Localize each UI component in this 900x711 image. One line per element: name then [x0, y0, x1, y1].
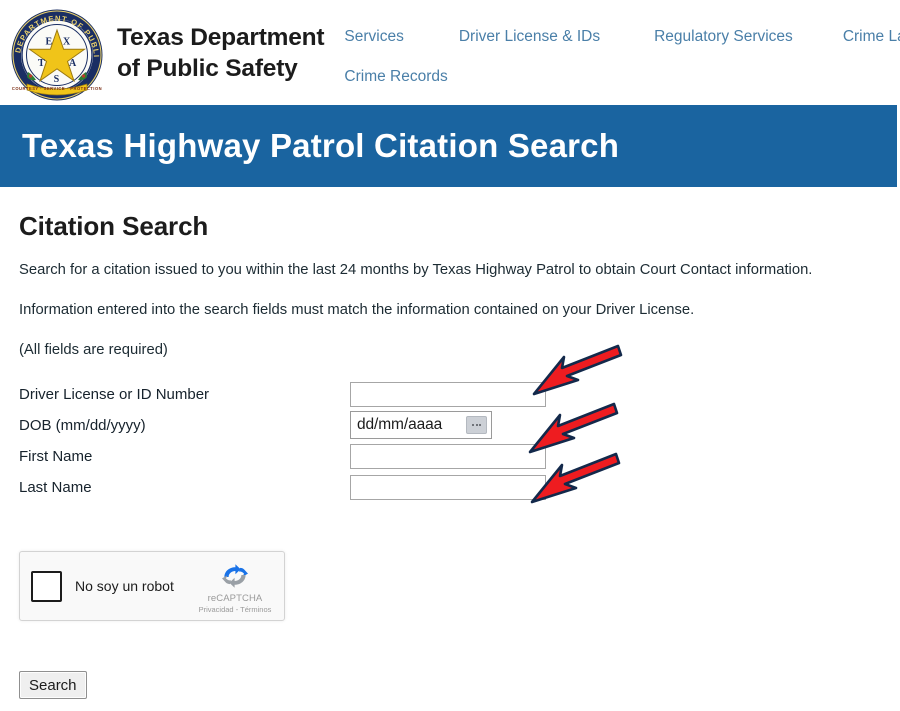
svg-text:E: E [46, 37, 53, 48]
nav-link-regulatory-services[interactable]: Regulatory Services [654, 28, 793, 46]
page-banner-title: Texas Highway Patrol Citation Search [22, 127, 620, 164]
field-cell-dob: dd/mm/aaaa [350, 410, 546, 441]
brand-title: Texas Department of Public Safety [117, 24, 325, 82]
field-cell-last-name [350, 472, 546, 503]
recaptcha-widget[interactable]: No soy un robot reCAPTCHA Privacidad - T… [19, 551, 285, 621]
main-content: Citation Search Search for a citation is… [0, 187, 900, 503]
dps-seal-logo[interactable]: DEPARTMENT OF PUBLIC SAFETY E X T A S CO… [7, 6, 107, 103]
recaptcha-terms-link[interactable]: Términos [240, 605, 271, 614]
recaptcha-privacy-link[interactable]: Privacidad [199, 605, 234, 614]
first-name-input[interactable] [350, 443, 546, 469]
svg-text:A: A [69, 58, 77, 69]
label-last-name: Last Name [19, 478, 92, 496]
page-banner: Texas Highway Patrol Citation Search [0, 105, 897, 187]
citation-search-form: Driver License or ID Number DOB (mm/dd/y… [19, 379, 900, 503]
svg-text:S: S [54, 74, 60, 85]
recaptcha-label: No soy un robot [75, 578, 174, 594]
svg-text:X: X [63, 37, 71, 48]
site-header: DEPARTMENT OF PUBLIC SAFETY E X T A S CO… [0, 0, 900, 105]
label-dob: DOB (mm/dd/yyyy) [19, 416, 146, 434]
recaptcha-brand-name: reCAPTCHA [207, 593, 263, 604]
calendar-picker-icon[interactable] [466, 416, 487, 435]
required-fields-note: (All fields are required) [19, 341, 168, 358]
svg-text:T: T [38, 58, 45, 69]
nav-row-1: Services Driver License & IDs Regulatory… [344, 28, 900, 46]
recaptcha-logo-icon [198, 560, 272, 590]
intro-paragraph-1: Search for a citation issued to you with… [19, 262, 813, 278]
nav-link-crime-records[interactable]: Crime Records [344, 68, 447, 86]
recaptcha-legal-links: Privacidad - Términos [198, 605, 272, 614]
field-cell-driver-license [350, 379, 546, 410]
svg-text:COURTESY · SERVICE · PROTECTIO: COURTESY · SERVICE · PROTECTION [12, 86, 102, 91]
nav-row-2: Crime Records [344, 68, 900, 86]
dob-input[interactable]: dd/mm/aaaa [350, 411, 492, 440]
driver-license-or-id-number-input[interactable] [350, 381, 546, 407]
nav-link-services[interactable]: Services [344, 28, 403, 46]
last-name-input[interactable] [350, 474, 546, 500]
label-first-name: First Name [19, 447, 93, 465]
nav-link-crime-laboratory[interactable]: Crime Laboratory [843, 28, 900, 46]
nav-link-driver-license-ids[interactable]: Driver License & IDs [459, 28, 600, 46]
primary-navigation: Services Driver License & IDs Regulatory… [344, 28, 900, 86]
dob-placeholder-text: dd/mm/aaaa [357, 416, 443, 434]
field-cell-first-name [350, 441, 546, 472]
intro-paragraph-2: Information entered into the search fiel… [19, 301, 695, 318]
page-title: Citation Search [19, 211, 209, 241]
search-button[interactable]: Search [19, 671, 87, 699]
recaptcha-checkbox[interactable] [31, 570, 62, 602]
recaptcha-branding: reCAPTCHA Privacidad - Términos [198, 560, 272, 614]
label-driver-license-or-id-number: Driver License or ID Number [19, 385, 210, 403]
